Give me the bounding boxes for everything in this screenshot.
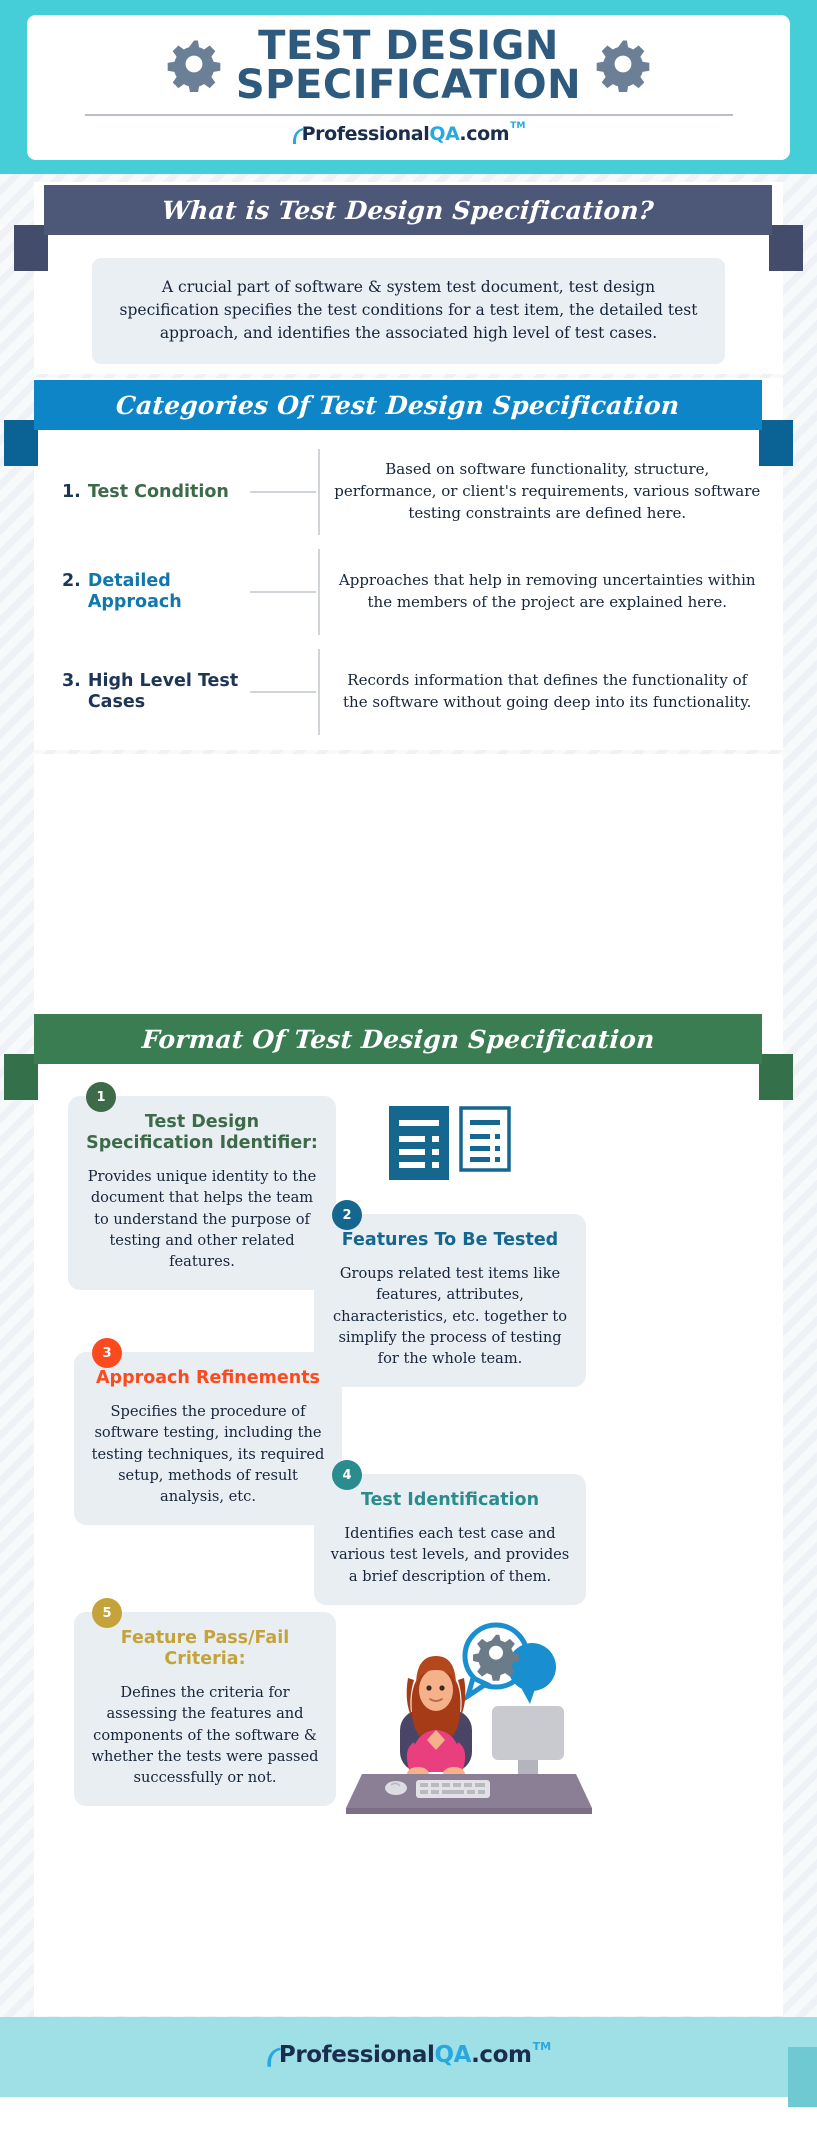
format-card: 1 Test Design Specification Identifier: … xyxy=(68,1082,336,1291)
card-text: Groups related test items like features,… xyxy=(333,1265,567,1368)
connector-line xyxy=(250,491,316,493)
ribbon-tail-right xyxy=(769,225,803,271)
logo-text-professional: rofessional xyxy=(295,2042,435,2068)
logo-text-com: .com xyxy=(471,2042,532,2068)
format-card: 4 Test Identification Identifies each te… xyxy=(314,1460,586,1605)
category-number: 3. xyxy=(62,671,81,692)
category-description: Records information that defines the fun… xyxy=(343,671,752,711)
document-outline-icon xyxy=(459,1106,511,1177)
category-item: 1. Test Condition Based on software func… xyxy=(34,442,783,542)
divider xyxy=(84,113,733,116)
footer-band: P rofessional QA .com TM xyxy=(0,2017,817,2097)
categories-heading: Categories Of Test Design Specification xyxy=(115,390,681,420)
category-label: 3. High Level Test Cases xyxy=(62,671,250,712)
hero-title-line-2: SPECIFICATION xyxy=(235,62,582,108)
format-ribbon: Format Of Test Design Specification xyxy=(34,1014,762,1064)
professionalqa-logo[interactable]: P rofessional QA .com TM xyxy=(266,2040,552,2074)
category-description: Based on software functionality, structu… xyxy=(334,460,761,522)
document-icons-group xyxy=(389,1106,511,1185)
category-number: 1. xyxy=(62,481,81,502)
hero-title-row: TEST DESIGN SPECIFICATION xyxy=(27,23,790,108)
whatis-heading: What is Test Design Specification? xyxy=(161,195,655,225)
card-title: Test Identification xyxy=(360,1490,540,1510)
card-badge: 4 xyxy=(332,1460,362,1490)
card-badge: 5 xyxy=(92,1598,122,1628)
category-name: Test Condition xyxy=(87,481,229,502)
divider xyxy=(318,649,320,735)
professionalqa-logo: P rofessional QA .com TM xyxy=(292,121,526,150)
whatis-ribbon: What is Test Design Specification? xyxy=(44,185,772,235)
category-description: Approaches that help in removing uncerta… xyxy=(338,571,756,611)
format-cards-area: 1 Test Design Specification Identifier: … xyxy=(34,1074,783,2016)
logo-text-professional: rofessional xyxy=(315,122,430,145)
swoosh-icon xyxy=(292,125,305,150)
card-text: Provides unique identity to the document… xyxy=(87,1168,317,1271)
trademark-symbol: TM xyxy=(532,2040,552,2054)
footer-strip xyxy=(0,2097,817,2140)
card-badge: 1 xyxy=(86,1082,116,1112)
divider xyxy=(318,549,320,635)
woman-at-desk-illustration xyxy=(344,1622,594,1822)
card-badge: 2 xyxy=(332,1200,362,1230)
category-name: High Level Test Cases xyxy=(87,671,239,712)
category-label: 2. Detailed Approach xyxy=(62,571,250,612)
category-item: 3. High Level Test Cases Records informa… xyxy=(34,642,783,742)
gear-icon xyxy=(166,36,222,97)
ribbon-tail-left xyxy=(4,420,38,466)
ribbon-tail-left xyxy=(4,1054,38,1100)
card-title: Features To Be Tested xyxy=(341,1230,559,1250)
gear-icon xyxy=(595,36,651,97)
card-title: Test Design Specification Identifier: xyxy=(86,1112,318,1153)
hero-card: TEST DESIGN SPECIFICATION P rofessional … xyxy=(27,15,790,160)
logo-text-qa: QA xyxy=(429,122,460,145)
card-title: Feature Pass/Fail Criteria: xyxy=(120,1628,290,1669)
hero-title-line-1: TEST DESIGN xyxy=(258,23,559,70)
logo-text-com: .com xyxy=(459,122,510,145)
hero-band: TEST DESIGN SPECIFICATION P rofessional … xyxy=(0,0,817,174)
connector-line xyxy=(250,591,316,593)
footer-tail xyxy=(788,2047,817,2107)
swoosh-icon xyxy=(266,2044,282,2074)
connector-line xyxy=(250,691,316,693)
page-title: TEST DESIGN SPECIFICATION xyxy=(235,23,582,108)
category-number: 2. xyxy=(62,571,81,592)
category-item: 2. Detailed Approach Approaches that hel… xyxy=(34,542,783,642)
card-text: Identifies each test case and various te… xyxy=(330,1525,570,1585)
categories-list: 1. Test Condition Based on software func… xyxy=(34,442,783,742)
ribbon-tail-left xyxy=(14,225,48,271)
format-card: 2 Features To Be Tested Groups related t… xyxy=(314,1200,586,1388)
card-title: Approach Refinements xyxy=(96,1368,320,1388)
whatis-quote-box: A crucial part of software & system test… xyxy=(92,258,725,365)
logo-text-qa: QA xyxy=(434,2042,472,2068)
category-label: 1. Test Condition xyxy=(62,482,250,503)
format-card: 5 Feature Pass/Fail Criteria: Defines th… xyxy=(74,1598,336,1807)
categories-ribbon: Categories Of Test Design Specification xyxy=(34,380,762,430)
whatis-body-text: A crucial part of software & system test… xyxy=(119,278,698,342)
document-filled-icon xyxy=(389,1106,449,1185)
divider xyxy=(318,449,320,535)
category-name: Detailed Approach xyxy=(87,571,182,612)
format-heading: Format Of Test Design Specification xyxy=(140,1024,656,1054)
card-text: Specifies the procedure of software test… xyxy=(91,1403,325,1506)
card-badge: 3 xyxy=(92,1338,122,1368)
trademark-symbol: TM xyxy=(510,121,526,132)
card-text: Defines the criteria for assessing the f… xyxy=(91,1684,319,1787)
format-card: 3 Approach Refinements Specifies the pro… xyxy=(74,1338,342,1526)
